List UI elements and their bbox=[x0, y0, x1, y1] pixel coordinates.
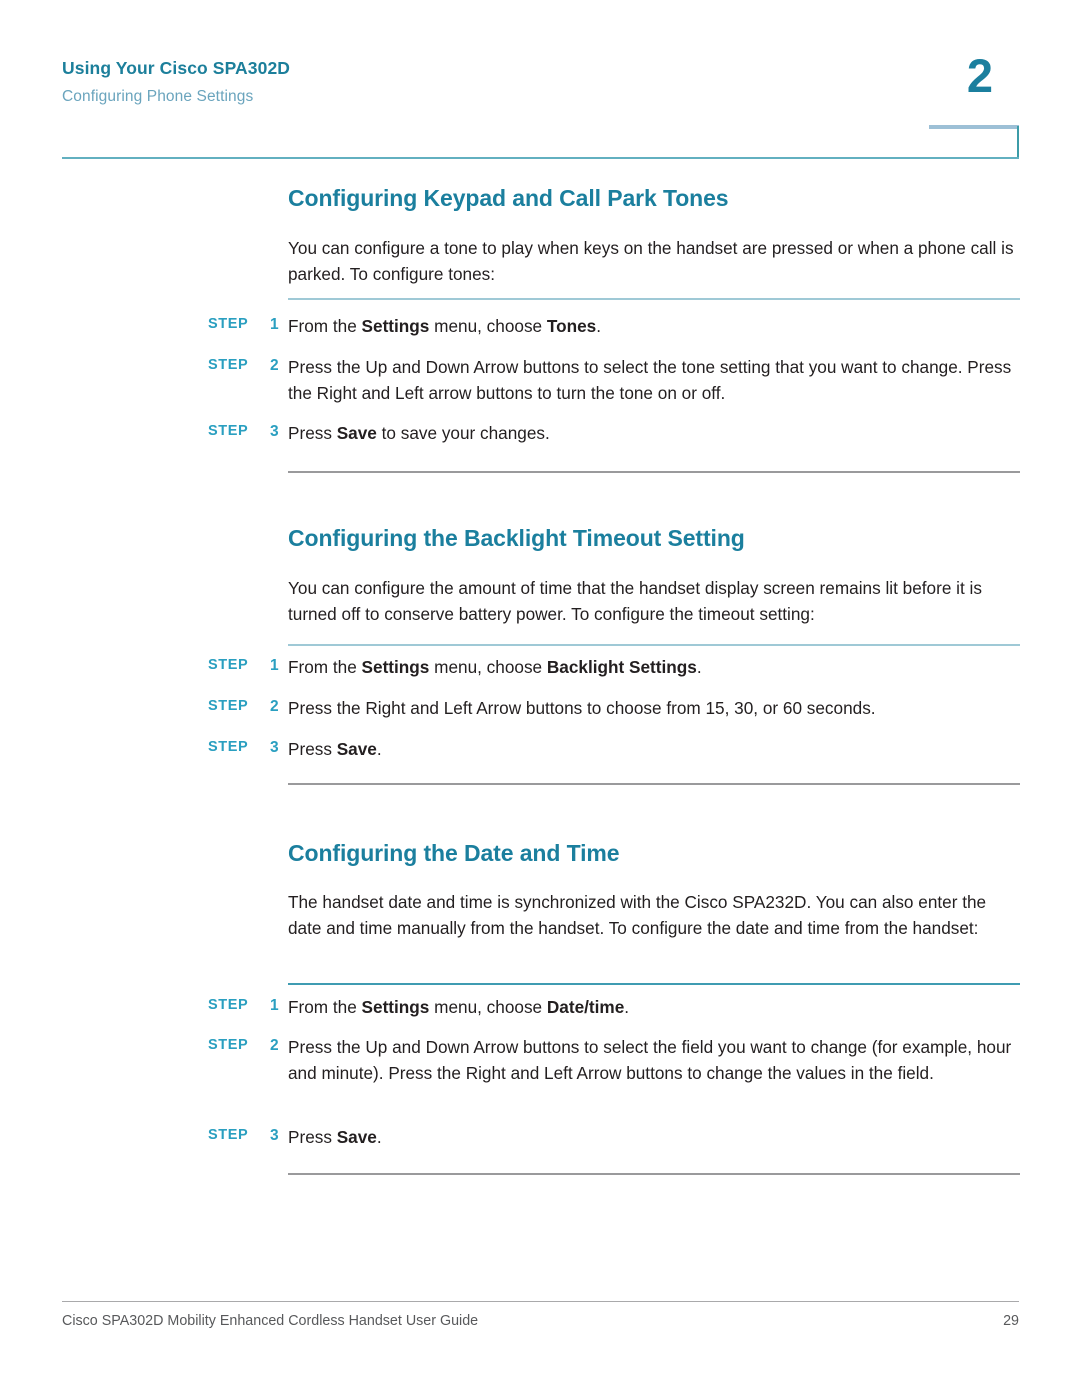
step-number: 3 bbox=[270, 1127, 279, 1144]
chapter-number: 2 bbox=[966, 49, 994, 102]
footer-rule bbox=[62, 1301, 1019, 1303]
section-intro-1: You can configure a tone to play when ke… bbox=[288, 238, 1014, 284]
step-label: STEP bbox=[208, 316, 249, 332]
step-text: Press Save. bbox=[288, 739, 382, 759]
step-text: From the Settings menu, choose Date/time… bbox=[288, 997, 630, 1017]
step-text: Press the Up and Down Arrow buttons to s… bbox=[288, 357, 1012, 403]
section-rule-1-top bbox=[288, 298, 1020, 300]
footer-document-title: Cisco SPA302D Mobility Enhanced Cordless… bbox=[62, 1313, 479, 1329]
header-corner-vertical-rule bbox=[1017, 126, 1019, 159]
step-text: Press the Up and Down Arrow buttons to s… bbox=[288, 1037, 1012, 1083]
page-header: Using Your Cisco SPA302D Configuring Pho… bbox=[0, 0, 1080, 165]
section-rule-3-bottom bbox=[288, 1173, 1020, 1175]
step-text: Press the Right and Left Arrow buttons t… bbox=[288, 698, 876, 718]
section-intro-3: The handset date and time is synchronize… bbox=[288, 892, 987, 938]
step-text: From the Settings menu, choose Tones. bbox=[288, 316, 602, 336]
step-number: 2 bbox=[270, 1037, 279, 1054]
section-heading-1: Configuring Keypad and Call Park Tones bbox=[288, 185, 729, 211]
header-corner-top-bar bbox=[929, 125, 1019, 129]
step-number: 2 bbox=[270, 698, 279, 715]
footer-page-number: 29 bbox=[1003, 1313, 1019, 1329]
section-intro-2: You can configure the amount of time tha… bbox=[288, 578, 982, 624]
section-rule-3-top bbox=[288, 983, 1020, 985]
section-heading-3: Configuring the Date and Time bbox=[288, 840, 620, 866]
step-text: Press Save to save your changes. bbox=[288, 423, 550, 443]
header-section-subtitle: Configuring Phone Settings bbox=[62, 88, 254, 105]
step-number: 1 bbox=[270, 657, 279, 674]
step-number: 3 bbox=[270, 739, 279, 756]
section-rule-2-top bbox=[288, 644, 1020, 646]
step-label: STEP bbox=[208, 657, 249, 673]
header-chapter-title: Using Your Cisco SPA302D bbox=[62, 58, 291, 78]
step-label: STEP bbox=[208, 357, 249, 373]
step-label: STEP bbox=[208, 1127, 249, 1143]
document-page: Using Your Cisco SPA302D Configuring Pho… bbox=[0, 0, 1080, 1397]
section-rule-1-bottom bbox=[288, 471, 1020, 473]
step-number: 1 bbox=[270, 316, 279, 333]
step-label: STEP bbox=[208, 423, 249, 439]
step-label: STEP bbox=[208, 739, 249, 755]
step-number: 3 bbox=[270, 423, 279, 440]
step-label: STEP bbox=[208, 698, 249, 714]
step-label: STEP bbox=[208, 1037, 249, 1053]
step-text: From the Settings menu, choose Backlight… bbox=[288, 657, 702, 677]
step-text: Press Save. bbox=[288, 1127, 382, 1147]
section-heading-2: Configuring the Backlight Timeout Settin… bbox=[288, 525, 745, 551]
step-label: STEP bbox=[208, 997, 249, 1013]
section-rule-2-bottom bbox=[288, 783, 1020, 785]
header-horizontal-rule bbox=[62, 157, 1019, 159]
step-number: 1 bbox=[270, 997, 279, 1014]
step-number: 2 bbox=[270, 357, 279, 374]
